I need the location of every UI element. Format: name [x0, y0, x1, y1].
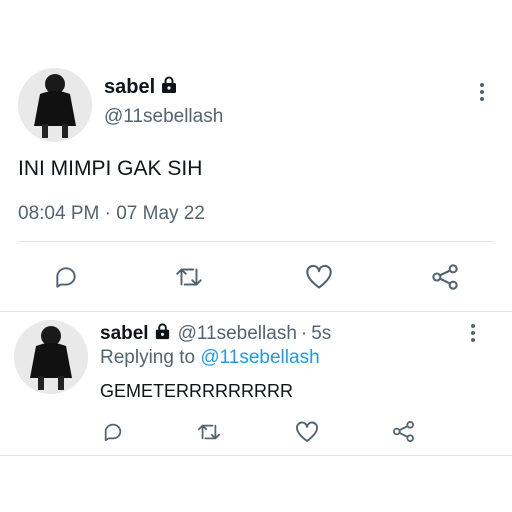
like-icon[interactable] [295, 421, 319, 443]
reply-handle[interactable]: @11sebellash [178, 323, 297, 345]
lock-icon [153, 322, 172, 346]
reply-icon[interactable] [53, 264, 79, 290]
section-divider [0, 311, 512, 312]
retweet-icon[interactable] [174, 264, 204, 290]
more-options-icon[interactable] [471, 324, 475, 342]
main-avatar[interactable] [18, 68, 92, 142]
retweet-icon[interactable] [196, 421, 222, 443]
main-timestamp[interactable]: 08:04 PM · 07 May 22 [18, 203, 205, 225]
main-display-name[interactable]: sabel [104, 76, 155, 99]
reply-icon[interactable] [102, 421, 124, 443]
more-options-icon[interactable] [480, 83, 484, 101]
lock-icon [159, 75, 179, 100]
main-handle[interactable]: @11sebellash [104, 106, 223, 128]
like-icon[interactable] [305, 264, 333, 290]
replying-to-label: Replying to [100, 347, 196, 368]
reply-display-name[interactable]: sabel [100, 323, 149, 345]
reply-tweet-text: GEMETERRRRRRRRR [100, 381, 293, 401]
replying-to-handle[interactable]: @11sebellash [200, 347, 319, 368]
reply-user-row: sabel @11sebellash · 5s [100, 322, 331, 346]
replying-to-line: Replying to @11sebellash [100, 347, 320, 369]
main-tweet-text: INI MIMPI GAK SIH [18, 157, 203, 180]
share-icon[interactable] [392, 420, 415, 443]
main-user-row: sabel [104, 74, 179, 100]
reply-time[interactable]: 5s [311, 323, 331, 345]
reply-time-separator: · [300, 323, 308, 344]
bottom-divider [0, 455, 512, 456]
reply-avatar[interactable] [14, 320, 88, 394]
share-icon[interactable] [431, 263, 459, 291]
main-divider [18, 241, 494, 242]
